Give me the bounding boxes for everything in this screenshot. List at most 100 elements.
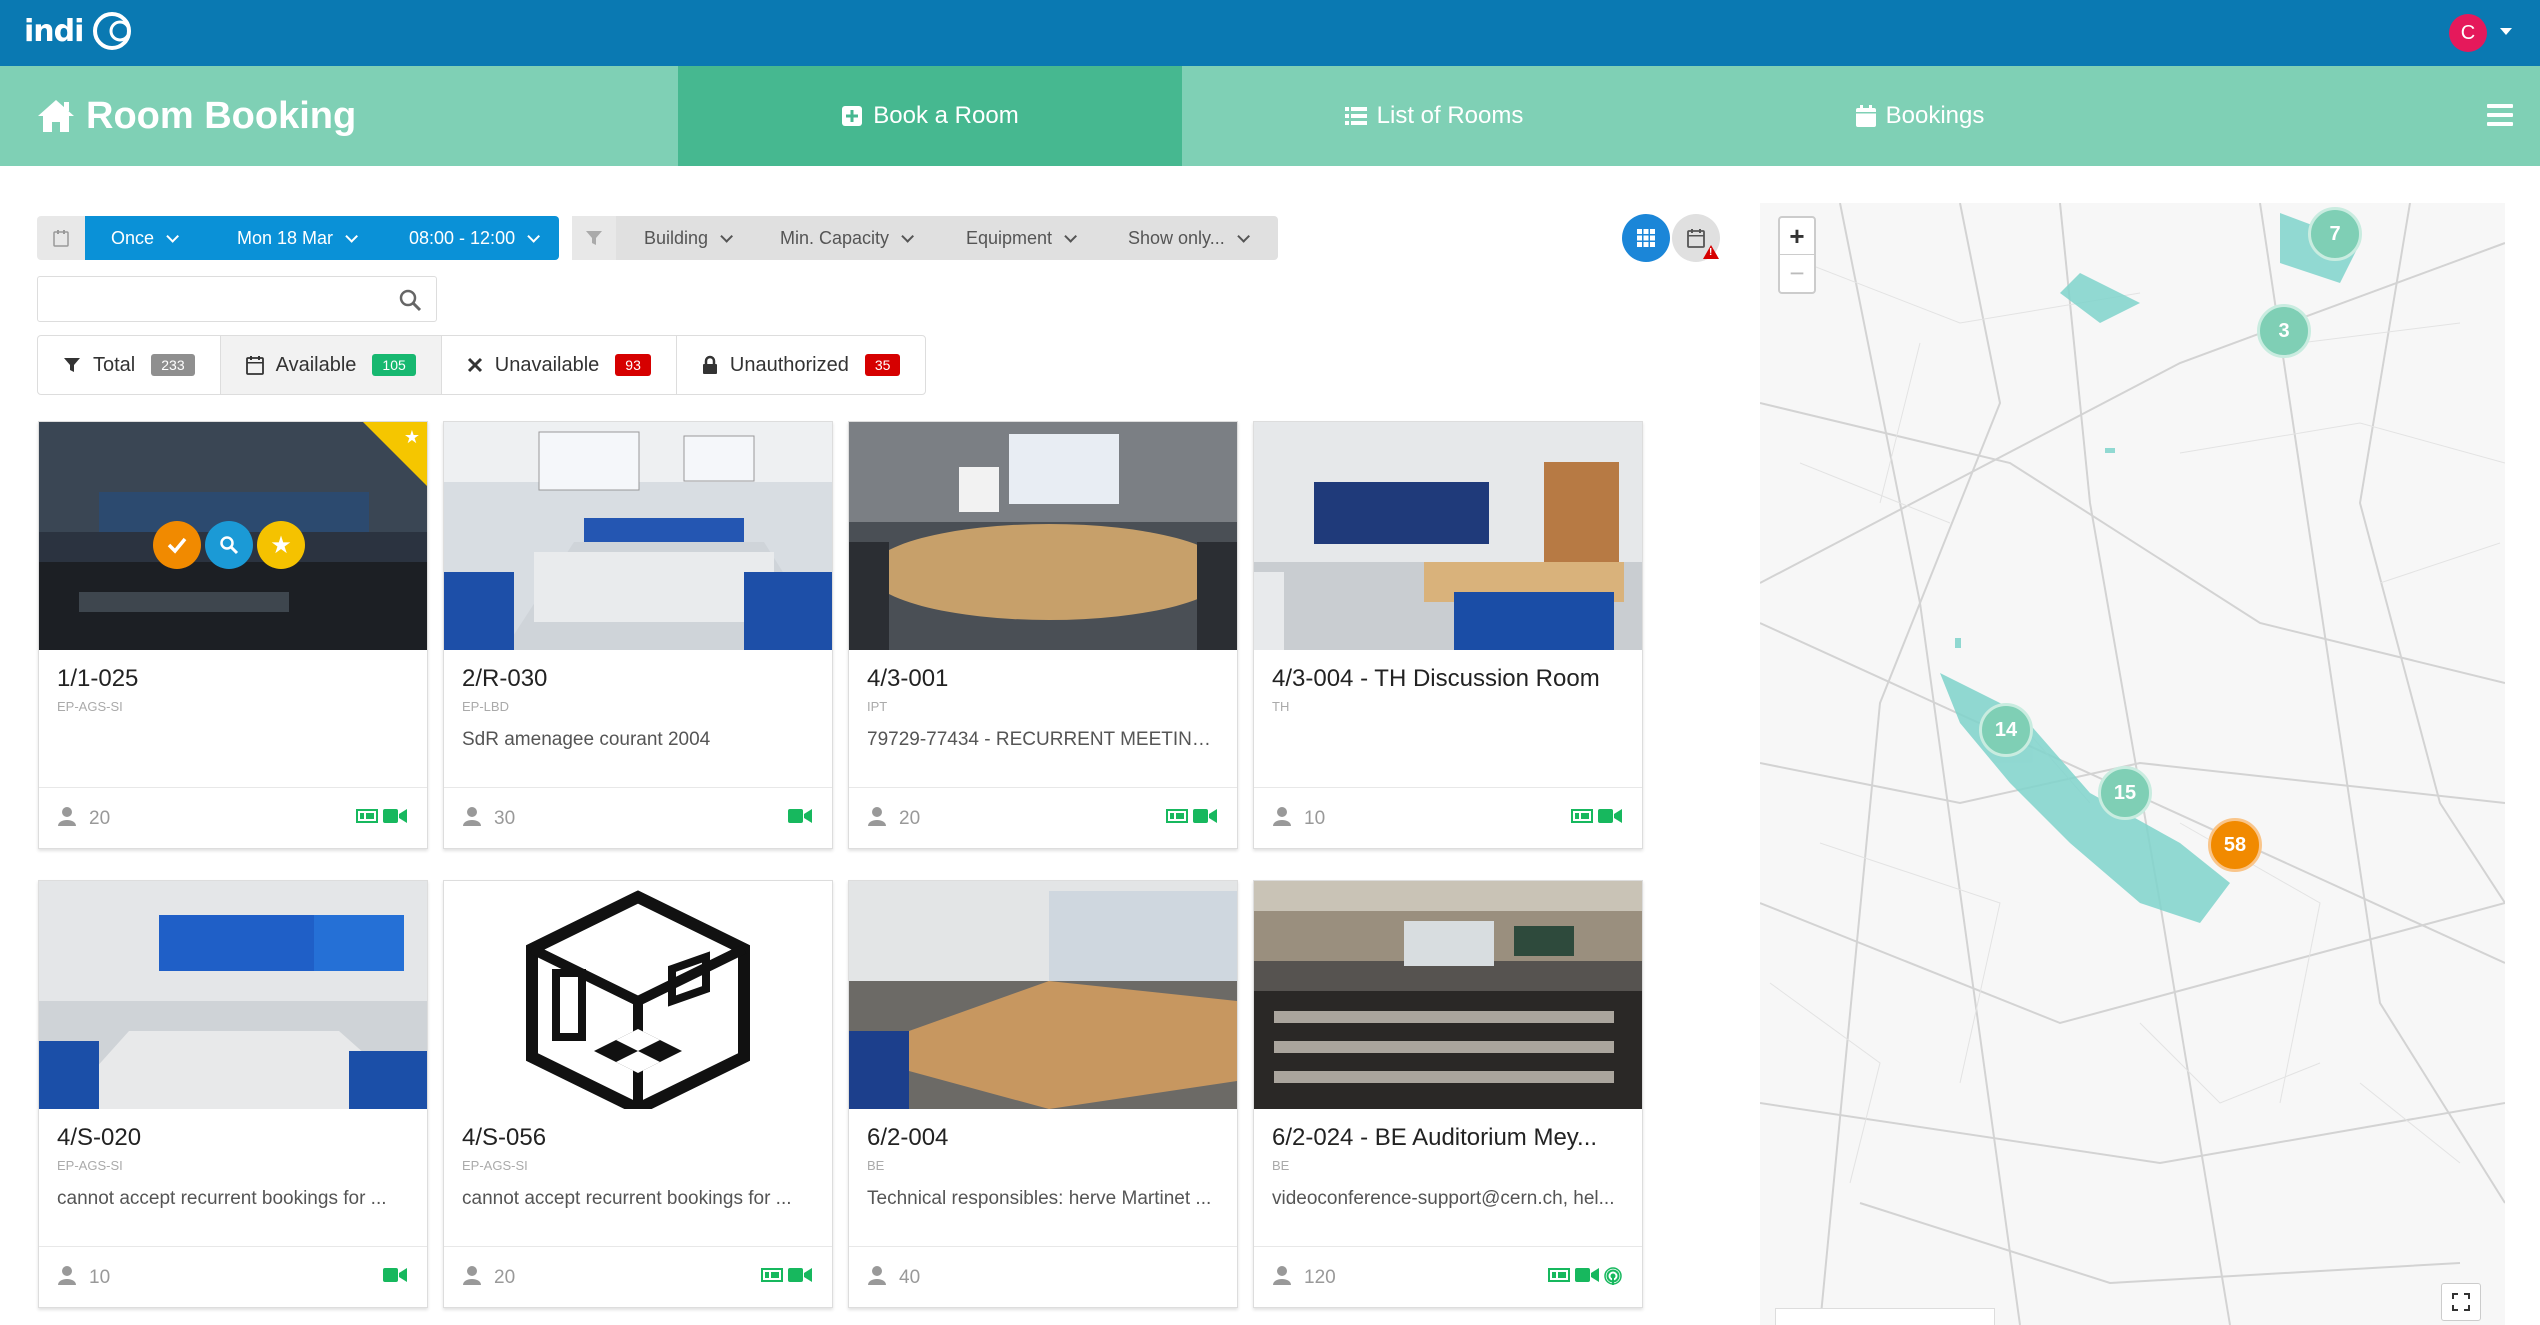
chevron-down-icon <box>345 229 359 243</box>
time-dropdown[interactable]: 08:00 - 12:00 <box>389 216 559 260</box>
tab-book-a-room-label: Book a Room <box>873 102 1019 129</box>
favorite-button[interactable]: ★ <box>257 521 305 569</box>
map-search-box[interactable] <box>1775 1308 1995 1325</box>
room-map[interactable] <box>1760 203 2505 1325</box>
room-comment: videoconference-support@cern.ch, hel... <box>1272 1188 1615 1209</box>
room-capacity: 20 <box>867 806 920 832</box>
room-name: 1/1-025 <box>57 665 139 692</box>
room-division: IPT <box>867 699 888 714</box>
module-title-text: Room Booking <box>86 94 357 137</box>
room-card[interactable]: 2/R-030 EP-LBD SdR amenagee courant 2004… <box>443 421 833 849</box>
user-icon <box>1272 1265 1292 1291</box>
top-bar: indi C <box>0 0 2540 66</box>
projector-icon <box>761 1267 783 1288</box>
tab-list-of-rooms[interactable]: List of Rooms <box>1182 66 1686 166</box>
book-button[interactable] <box>153 521 201 569</box>
map-cluster-marker[interactable]: 14 <box>1979 703 2033 757</box>
search-input[interactable] <box>38 277 378 321</box>
room-card[interactable]: 6/2-024 - BE Auditorium Mey... BE videoc… <box>1253 880 1643 1308</box>
room-stats: Total 233 Available 105 Unavailable 93 U… <box>37 335 927 395</box>
room-card[interactable]: 4/S-056 EP-AGS-SI cannot accept recurren… <box>443 880 833 1308</box>
tile-view-toggle[interactable] <box>1622 214 1670 262</box>
room-card[interactable]: 4/3-004 - TH Discussion Room TH 10 <box>1253 421 1643 849</box>
stat-unauthorized[interactable]: Unauthorized 35 <box>677 336 926 394</box>
room-capacity: 120 <box>1272 1265 1336 1291</box>
room-card[interactable]: ★ ★ 1/1-025 EP-AGS-SI 20 <box>38 421 428 849</box>
map-streets <box>1760 203 2505 1325</box>
room-comment: 79729-77434 - RECURRENT MEETING... <box>867 729 1222 750</box>
room-details-button[interactable] <box>205 521 253 569</box>
room-footer: 30 <box>444 787 832 849</box>
stat-available-label: Available <box>275 353 357 376</box>
room-capacity-value: 10 <box>89 1267 111 1288</box>
search-icon[interactable] <box>398 288 422 317</box>
stat-unauthorized-count: 35 <box>864 354 901 376</box>
projector-icon <box>1571 808 1593 829</box>
filter-icon <box>572 216 616 260</box>
room-footer: 10 <box>1254 787 1642 849</box>
webcast-icon <box>1604 1267 1622 1290</box>
room-capacity-value: 40 <box>899 1267 921 1288</box>
room-division: EP-AGS-SI <box>57 1158 123 1173</box>
room-card[interactable]: 6/2-004 BE Technical responsibles: herve… <box>848 880 1238 1308</box>
room-equipment <box>356 808 407 829</box>
room-comment: cannot accept recurrent bookings for ... <box>462 1188 792 1209</box>
room-division: BE <box>867 1158 885 1173</box>
room-capacity: 40 <box>867 1265 920 1291</box>
show-only-filter[interactable]: Show only... <box>1106 216 1278 260</box>
room-division: BE <box>1272 1158 1290 1173</box>
map-cluster-marker[interactable]: 15 <box>2098 766 2152 820</box>
show-only-filter-label: Show only... <box>1128 227 1225 248</box>
date-dropdown[interactable]: Mon 18 Mar <box>215 216 389 260</box>
room-capacity: 10 <box>57 1265 110 1291</box>
building-filter[interactable]: Building <box>616 216 758 260</box>
user-avatar[interactable]: C <box>2449 14 2487 52</box>
tab-bookings[interactable]: Bookings <box>1686 66 2154 166</box>
list-icon <box>1344 106 1367 126</box>
room-equipment <box>383 1267 407 1288</box>
svg-text:indi: indi <box>24 14 83 49</box>
equipment-filter[interactable]: Equipment <box>944 216 1106 260</box>
fullscreen-icon[interactable] <box>2441 1283 2481 1321</box>
room-division: EP-AGS-SI <box>57 699 123 714</box>
stat-unavailable[interactable]: Unavailable 93 <box>442 336 677 394</box>
time-value: 08:00 - 12:00 <box>409 227 516 248</box>
user-icon <box>462 1265 482 1291</box>
zoom-out-button[interactable]: − <box>1780 255 1814 292</box>
stat-total-label: Total <box>93 353 136 376</box>
videoconference-icon <box>383 1267 407 1288</box>
room-name: 6/2-024 - BE Auditorium Mey... <box>1272 1124 1598 1151</box>
room-comment: Technical responsibles: herve Martinet .… <box>867 1188 1212 1209</box>
room-comment: SdR amenagee courant 2004 <box>462 729 711 750</box>
indico-logo-mark: indi <box>24 12 131 50</box>
room-photo <box>39 881 427 1109</box>
plus-square-icon <box>841 105 863 127</box>
stat-total[interactable]: Total 233 <box>38 336 221 394</box>
map-cluster-marker[interactable]: 7 <box>2308 207 2362 261</box>
room-equipment <box>1166 808 1217 829</box>
chevron-down-icon <box>1236 229 1250 243</box>
user-menu-caret-icon[interactable] <box>2500 28 2512 35</box>
warning-icon <box>1703 245 1719 259</box>
module-title[interactable]: Room Booking <box>36 66 356 166</box>
videoconference-icon <box>1598 808 1622 829</box>
map-cluster-marker[interactable]: 58 <box>2208 818 2262 872</box>
indico-logo[interactable]: indi <box>24 8 154 54</box>
zoom-in-button[interactable]: + <box>1780 218 1814 255</box>
tab-list-of-rooms-label: List of Rooms <box>1376 102 1524 129</box>
hamburger-menu-icon[interactable] <box>2487 104 2513 126</box>
calendar-icon[interactable] <box>37 216 85 260</box>
chevron-down-icon <box>1064 229 1078 243</box>
room-card[interactable]: 4/S-020 EP-AGS-SI cannot accept recurren… <box>38 880 428 1308</box>
map-cluster-marker[interactable]: 3 <box>2257 304 2311 358</box>
stat-available[interactable]: Available 105 <box>220 336 442 394</box>
projector-icon <box>356 808 378 829</box>
stat-unavailable-count: 93 <box>615 354 651 376</box>
projector-icon <box>1166 808 1188 829</box>
user-icon <box>57 1265 77 1291</box>
room-card[interactable]: 4/3-001 IPT 79729-77434 - RECURRENT MEET… <box>848 421 1238 849</box>
recurrence-dropdown[interactable]: Once <box>85 216 215 260</box>
min-capacity-filter[interactable]: Min. Capacity <box>758 216 944 260</box>
tab-book-a-room[interactable]: Book a Room <box>678 66 1182 166</box>
home-icon <box>38 100 74 132</box>
